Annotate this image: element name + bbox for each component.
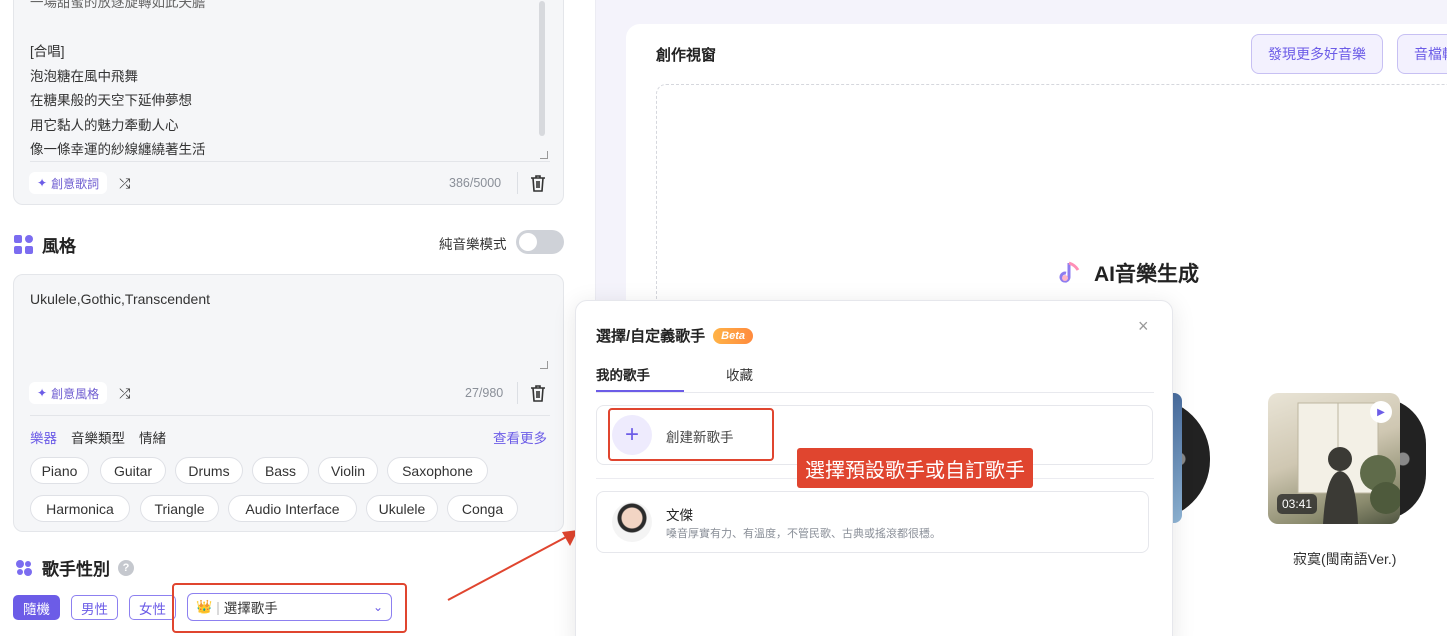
shuffle-icon[interactable]: ⤮: [119, 385, 130, 402]
gender-random-button[interactable]: 隨機: [13, 595, 60, 620]
style-tag[interactable]: Drums: [175, 457, 243, 484]
trash-icon[interactable]: [529, 383, 547, 403]
singer-gender-title-text: 歌手性別: [42, 560, 110, 579]
style-tag[interactable]: Saxophone: [387, 457, 488, 484]
instrumental-mode-label: 純音樂模式: [439, 237, 507, 252]
style-tag[interactable]: Violin: [318, 457, 378, 484]
creative-style-button[interactable]: ✦ 創意風格: [29, 382, 108, 404]
style-tag[interactable]: Conga: [447, 495, 518, 522]
lyrics-toolbar: ✦ 創意歌詞 ⤮: [29, 172, 130, 194]
lyrics-line: 一場甜蜜的放逐旋轉如此夭膽: [30, 0, 206, 10]
song-title[interactable]: 寂寞(閩南語Ver.): [1293, 549, 1396, 569]
divider: [30, 161, 550, 162]
lyrics-line: 用它黏人的魅力牽動人心: [30, 117, 179, 133]
tab-genre[interactable]: 音樂類型: [71, 427, 125, 447]
style-tag[interactable]: Piano: [30, 457, 89, 484]
song-duration: 03:41: [1277, 494, 1318, 514]
divider: [30, 415, 550, 416]
tab-mood[interactable]: 情緒: [139, 427, 166, 447]
see-more-link[interactable]: 查看更多: [493, 427, 547, 447]
divider: [517, 172, 518, 194]
style-tag[interactable]: Bass: [252, 457, 309, 484]
annotation-callout: 選擇預設歌手或自訂歌手: [797, 448, 1033, 488]
canvas-title: 創作視窗: [656, 47, 717, 64]
annotation-highlight-box: [172, 583, 407, 633]
creative-style-label: 創意風格: [51, 386, 100, 401]
discover-music-button[interactable]: 發現更多好音樂: [1251, 34, 1383, 74]
modal-title: 選擇/自定義歌手 Beta: [596, 325, 754, 346]
singer-gender-icon: [16, 559, 32, 576]
lyrics-text[interactable]: 一場甜蜜的放逐旋轉如此夭膽 [合唱] 泡泡糖在風中飛舞 在糖果般的天空下延伸夢想…: [30, 0, 530, 163]
music-note-logo-icon: [1059, 261, 1080, 283]
lyrics-line: 泡泡糖在風中飛舞: [30, 68, 138, 84]
divider: [596, 392, 1154, 393]
style-tag[interactable]: Harmonica: [30, 495, 130, 522]
style-toolbar: ✦ 創意風格 ⤮: [29, 382, 130, 404]
singer-description: 嗓音厚實有力、有溫度，不管民歌、古典或搖滾都很穩。: [666, 528, 941, 540]
close-icon[interactable]: ×: [1138, 316, 1149, 337]
style-tag[interactable]: Triangle: [140, 495, 219, 522]
annotation-arrow-icon: [447, 530, 578, 601]
avatar: [612, 502, 652, 542]
active-tab-indicator: [596, 390, 684, 392]
lyrics-char-counter: 386/5000: [449, 176, 502, 190]
divider: [517, 382, 518, 404]
tab-favorites[interactable]: 收藏: [726, 364, 753, 384]
style-tag[interactable]: Guitar: [100, 457, 166, 484]
sparkle-icon: ✦: [37, 176, 48, 190]
instrumental-mode-toggle[interactable]: [516, 230, 564, 254]
style-grid-icon: [14, 234, 34, 255]
style-text[interactable]: Ukulele,Gothic,Transcendent: [30, 291, 210, 307]
style-char-counter: 27/980: [465, 386, 504, 400]
shuffle-icon[interactable]: ⤮: [119, 175, 130, 192]
style-title-text: 風格: [42, 237, 76, 256]
modal-title-text: 選擇/自定義歌手: [596, 328, 706, 345]
style-section-title: 風格: [14, 232, 76, 257]
tab-instruments[interactable]: 樂器: [30, 427, 57, 447]
trash-icon[interactable]: [529, 173, 547, 193]
gender-female-button[interactable]: 女性: [129, 595, 176, 620]
singer-gender-title: 歌手性別 ?: [14, 555, 134, 580]
lyrics-line: 在糖果般的天空下延伸夢想: [30, 93, 192, 108]
creative-lyrics-label: 創意歌詞: [51, 176, 100, 191]
resize-grip-icon[interactable]: [540, 361, 548, 369]
resize-grip-icon[interactable]: [540, 151, 548, 159]
lyrics-line: [合唱]: [30, 44, 65, 59]
creative-lyrics-button[interactable]: ✦ 創意歌詞: [29, 172, 108, 194]
beta-badge: Beta: [713, 327, 754, 344]
lyrics-scrollbar[interactable]: [539, 1, 545, 136]
style-tag[interactable]: Ukulele: [366, 495, 438, 522]
play-icon[interactable]: ▶: [1370, 401, 1392, 423]
style-tag[interactable]: Audio Interface: [228, 495, 357, 522]
annotation-highlight-box: [608, 408, 774, 461]
lyrics-line: 像一條幸運的紗線纏繞著生活: [30, 142, 206, 157]
sparkle-icon: ✦: [37, 386, 48, 400]
gender-male-button[interactable]: 男性: [71, 595, 118, 620]
singer-name: 文傑: [666, 508, 693, 523]
tag-category-tabs: 樂器 音樂類型 情緒: [30, 427, 166, 447]
tab-my-singers[interactable]: 我的歌手: [596, 364, 650, 384]
lyrics-line: [30, 16, 530, 41]
help-icon[interactable]: ?: [118, 559, 134, 576]
audio-convert-button[interactable]: 音檔轉: [1397, 34, 1447, 74]
ai-music-heading: AI音樂生成: [1058, 258, 1199, 288]
ai-title-text: AI音樂生成: [1094, 263, 1199, 286]
